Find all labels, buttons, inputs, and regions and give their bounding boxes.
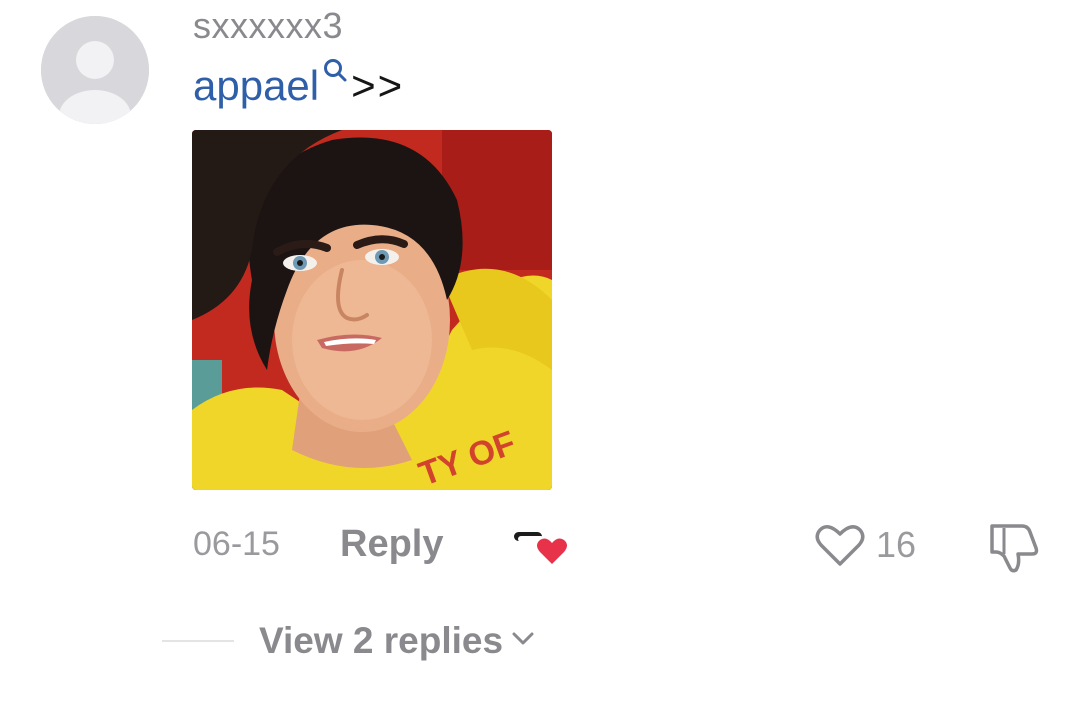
search-icon[interactable]	[321, 57, 349, 85]
replies-divider	[162, 640, 234, 642]
chevron-down-icon	[512, 632, 534, 645]
reply-button[interactable]: Reply	[340, 522, 443, 566]
view-replies-button[interactable]: View 2 replies	[259, 618, 535, 664]
comment-item: sxxxxxx3 appael >> TY OF 06-15 Reply 16 …	[0, 0, 1080, 717]
default-avatar-icon	[41, 16, 149, 124]
comment-text: appael >>	[193, 58, 404, 114]
heart-outline-icon[interactable]	[812, 520, 868, 570]
search-link-text[interactable]: appael	[193, 62, 319, 109]
comment-suffix: >>	[351, 62, 405, 109]
user-avatar[interactable]	[41, 16, 149, 124]
view-replies-row: View 2 replies	[0, 616, 1080, 666]
comment-date: 06-15	[193, 525, 280, 563]
like-count: 16	[876, 524, 917, 565]
comment-image[interactable]: TY OF	[192, 130, 552, 490]
portrait-photo: TY OF	[192, 130, 552, 490]
creator-liked-heart-icon	[514, 532, 567, 564]
view-replies-label: View 2 replies	[259, 620, 504, 661]
comment-username[interactable]: sxxxxxx3	[193, 4, 343, 48]
comment-actions: 06-15 Reply 16	[0, 518, 1080, 573]
thumbs-down-icon[interactable]	[984, 520, 1042, 574]
